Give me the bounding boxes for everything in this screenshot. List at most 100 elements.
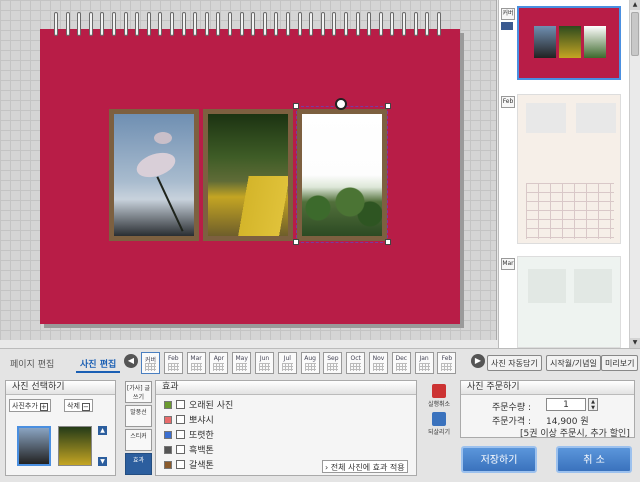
month-tab[interactable]: Dec [391, 352, 411, 374]
month-tab[interactable]: Apr [209, 352, 229, 374]
month-tab-label: May [235, 355, 248, 362]
month-tab[interactable]: Jan [414, 352, 434, 374]
effect-option[interactable]: 또렷한 [164, 430, 214, 442]
thumbnail-feb[interactable]: Feb [499, 94, 629, 244]
tab-photo-edit[interactable]: 사진 편집 [80, 357, 116, 370]
month-tab[interactable]: Jun [255, 352, 274, 374]
mini-slot-b [576, 103, 616, 133]
spiral-ring [146, 12, 151, 36]
scroll-up-icon[interactable]: ▲ [630, 0, 640, 10]
sticker-tool-button[interactable]: 스티커 [125, 429, 152, 451]
month-tab[interactable]: Aug [300, 352, 320, 374]
month-tab[interactable]: May [232, 352, 252, 374]
month-tab[interactable]: 커버 [141, 352, 160, 374]
quantity-stepper[interactable]: ▲ ▼ [588, 398, 598, 411]
month-tab-label: Mar [190, 355, 202, 362]
preview-button[interactable]: 미리보기 [601, 355, 639, 371]
month-tab[interactable]: Sep [323, 352, 343, 374]
mini-photo-1 [534, 26, 556, 58]
month-next-icon[interactable]: ▶ [471, 354, 485, 368]
canvas-workspace[interactable] [0, 0, 497, 340]
month-tab-label: Jul [283, 355, 291, 362]
calendar-grid-icon [281, 363, 293, 371]
mini-slot-c [528, 269, 566, 303]
calendar-icon [501, 22, 513, 30]
spiral-ring [390, 12, 395, 36]
effect-label: 흑백톤 [189, 446, 214, 456]
spiral-ring [204, 12, 209, 36]
page-thumbnail-panel[interactable]: 커버 Feb Mar ▲ ▼ [498, 0, 640, 348]
calendar-grid-icon [213, 363, 225, 371]
selection-box[interactable] [296, 106, 388, 243]
scroll-thumb[interactable] [631, 12, 639, 56]
effect-label: 오래된 사진 [189, 401, 234, 411]
effect-old-photo[interactable]: 오래된 사진 [164, 400, 233, 412]
undo-button[interactable]: 실행취소 [424, 384, 454, 408]
checkbox-icon[interactable] [176, 460, 185, 469]
balloon-tool-button[interactable]: 말풍선 [125, 405, 152, 427]
thumbnail-mar[interactable]: Mar [499, 256, 629, 348]
checkbox-icon[interactable] [176, 415, 185, 424]
scroll-down-icon[interactable]: ▼ [630, 338, 640, 348]
resize-handle-tl[interactable] [293, 103, 299, 109]
rotate-handle-icon[interactable] [335, 98, 347, 110]
month-tab[interactable]: Mar [186, 352, 206, 374]
calendar-grid-icon [259, 363, 270, 371]
month-tab[interactable]: Oct [346, 352, 366, 374]
spiral-ring [286, 12, 290, 36]
month-tab-label: Oct [350, 355, 361, 362]
start-date-button[interactable]: 시작월/기념일 [546, 355, 601, 371]
photo-slot-2[interactable] [203, 109, 293, 241]
month-tab[interactable]: Nov [369, 352, 388, 374]
photo-cosmos-flower [114, 114, 194, 236]
resize-handle-br[interactable] [385, 239, 391, 245]
text-tool-button[interactable]: [가사] 글쓰기 [125, 381, 152, 403]
photo-list-item-1[interactable] [17, 426, 51, 466]
spiral-ring [344, 12, 348, 36]
spiral-ring [88, 12, 93, 36]
photo-list-item-2[interactable] [58, 426, 92, 466]
spiral-ring [367, 12, 372, 36]
spiral-ring [170, 12, 174, 36]
effect-option[interactable]: 갈색톤 [164, 460, 214, 472]
resize-handle-tr[interactable] [385, 103, 391, 109]
photo-list-down-icon[interactable]: ▼ [98, 457, 107, 466]
effect-tool-button[interactable]: 효과 [125, 453, 152, 475]
photo-list-up-icon[interactable]: ▲ [98, 426, 107, 435]
month-tab-label: Jun [259, 355, 270, 362]
checkbox-icon[interactable] [176, 430, 185, 439]
save-button[interactable]: 저장하기 [461, 446, 537, 473]
add-photo-button[interactable]: 사진추가 + [9, 399, 51, 412]
spiral-ring [332, 12, 337, 36]
cancel-button[interactable]: 취 소 [556, 446, 632, 473]
thumbnail-label: Feb [501, 96, 515, 108]
old-photo-swatch [164, 401, 172, 409]
checkbox-icon[interactable] [176, 400, 185, 409]
redo-button[interactable]: 되살리기 [424, 412, 454, 436]
auto-fill-button[interactable]: 사진 자동담기 [487, 355, 542, 371]
spiral-ring [413, 12, 418, 36]
photo-slot-1[interactable] [109, 109, 199, 241]
calendar-grid-icon [395, 363, 407, 371]
quantity-input[interactable]: 1 [546, 398, 586, 411]
month-tab[interactable]: Feb [163, 352, 183, 374]
thumbnail-scrollbar[interactable]: ▲ ▼ [629, 0, 640, 348]
tab-page-edit[interactable]: 페이지 편집 [10, 357, 54, 370]
apply-all-effects-button[interactable]: › 전체 사진에 효과 적용 [322, 460, 408, 473]
month-tab[interactable]: Jul [277, 352, 297, 374]
delete-photo-button[interactable]: 삭제 − [64, 399, 93, 412]
month-tab-label: Dec [395, 355, 408, 362]
calendar-grid-icon [190, 363, 202, 371]
thumbnail-cover[interactable]: 커버 [499, 6, 629, 86]
checkbox-icon[interactable] [176, 445, 185, 454]
redo-label: 되살리기 [427, 429, 451, 436]
month-tab[interactable]: Feb [437, 352, 457, 374]
calendar-grid-icon [304, 363, 316, 371]
effect-swatch [164, 416, 172, 424]
effect-option[interactable]: 흑백톤 [164, 445, 214, 457]
calendar-grid-icon [145, 363, 156, 371]
effect-option[interactable]: 뽀샤시 [164, 415, 214, 427]
month-prev-icon[interactable]: ◀ [124, 354, 138, 368]
mini-photo-3 [584, 26, 606, 58]
resize-handle-bl[interactable] [293, 239, 299, 245]
